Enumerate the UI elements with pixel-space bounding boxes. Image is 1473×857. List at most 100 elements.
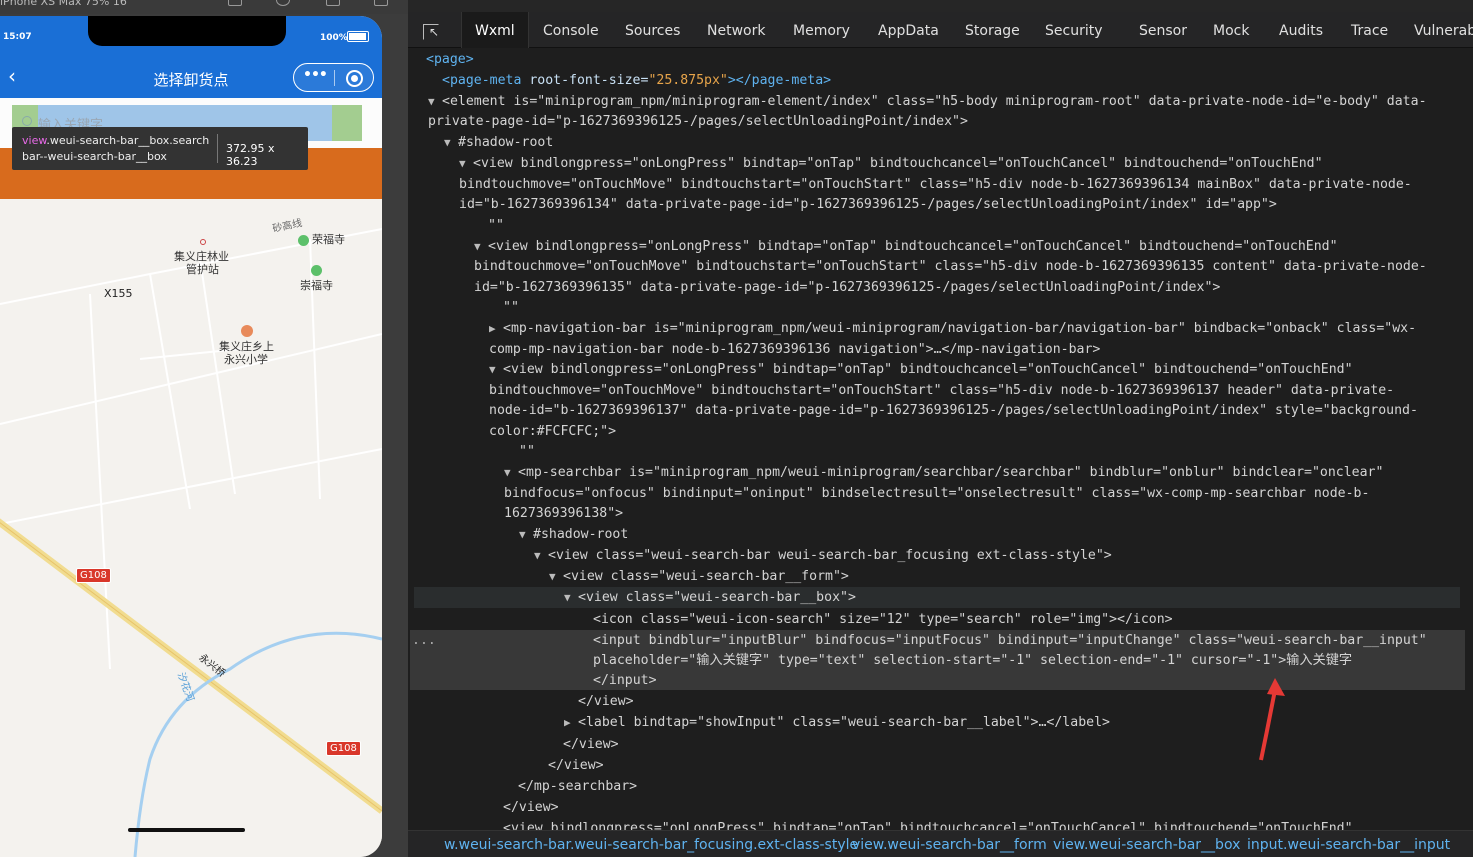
tooltip-selector: view.weui-search-bar__box.search bar--weu… <box>22 133 218 165</box>
expand-arrow-icon[interactable]: ▼ <box>534 546 548 567</box>
tab-trace[interactable]: Trace <box>1351 12 1388 48</box>
home-indicator <box>128 828 245 832</box>
inspector-tooltip: view.weui-search-bar__box.search bar--weu… <box>12 127 308 170</box>
tab-console[interactable]: Console <box>543 12 599 48</box>
tooltip-class-1: .weui-search-bar__box.search <box>46 134 210 147</box>
tab-appdata[interactable]: AppData <box>878 12 939 48</box>
school-icon <box>241 325 253 337</box>
node-view-content[interactable]: ▼ <view bindlongpress="onLongPress" bindt… <box>408 237 1473 258</box>
tab-sources[interactable]: Sources <box>625 12 680 48</box>
expand-arrow-icon[interactable]: ▼ <box>564 588 578 609</box>
node-view-mainbox[interactable]: ▼ <view bindlongpress="onLongPress" bindt… <box>408 154 1473 175</box>
more-dots-icon[interactable]: ••• <box>303 67 328 83</box>
breadcrumb-item-input[interactable]: input.weui-search-bar__input <box>1247 837 1450 853</box>
breadcrumb-item-search-bar[interactable]: w.weui-search-bar.weui-search-bar_focusi… <box>444 837 858 853</box>
home-icon[interactable] <box>276 0 290 6</box>
node-close-view: </view> <box>503 800 559 815</box>
temple-icon <box>311 265 322 276</box>
element-picker-icon[interactable] <box>423 24 439 40</box>
tab-sensor[interactable]: Sensor <box>1139 12 1187 48</box>
node-view-content-cont: id="b-1627369396135" data-private-page-i… <box>474 280 1221 295</box>
node-mp-searchbar-cont: bindfocus="onfocus" bindinput="oninput" … <box>504 486 1370 501</box>
tab-mock[interactable]: Mock <box>1213 12 1249 48</box>
node-shadow-root[interactable]: ▼ #shadow-root <box>408 133 1473 154</box>
status-bar: 15:07 100% <box>0 16 382 58</box>
tab-memory[interactable]: Memory <box>793 12 850 48</box>
highway-shield-g108: G108 <box>326 741 361 756</box>
expand-arrow-icon[interactable]: ▼ <box>428 92 442 113</box>
node-page[interactable]: <page> <box>408 50 1473 71</box>
notch <box>88 16 286 46</box>
node-view-next[interactable]: <view bindlongpress="onLongPress" bindta… <box>408 819 1473 830</box>
record-icon[interactable] <box>346 70 363 87</box>
expand-arrow-icon[interactable]: ▼ <box>444 133 458 154</box>
breadcrumb-item-box[interactable]: view.weui-search-bar__box <box>1053 837 1240 853</box>
tab-wxml[interactable]: Wxml <box>461 12 529 48</box>
poi-rongfu-temple[interactable]: 荣福寺 <box>312 233 345 246</box>
wxml-tree: <page> <page-meta root-font-size="25.875… <box>408 48 1473 830</box>
expand-arrow-icon[interactable]: ▼ <box>459 154 473 175</box>
devtools-tabbar: Wxml Console Sources Network Memory AppD… <box>408 12 1473 48</box>
poi-school-line2[interactable]: 永兴小学 <box>224 353 268 366</box>
text-node[interactable]: "" <box>408 442 1473 463</box>
highway-shield-g108: G108 <box>76 568 111 583</box>
expand-arrow-icon[interactable]: ▼ <box>474 237 488 258</box>
collapse-arrow-icon[interactable]: ▶ <box>564 713 578 734</box>
poi-forestry-station-line1[interactable]: 集义庄林业 <box>174 250 229 263</box>
expand-arrow-icon[interactable]: ▼ <box>504 463 518 484</box>
node-weui-search-bar-form[interactable]: ▼ <view class="weui-search-bar__form"> <box>408 567 1473 588</box>
tab-network[interactable]: Network <box>707 12 765 48</box>
poi-dot-icon <box>200 239 206 245</box>
node-weui-search-bar[interactable]: ▼ <view class="weui-search-bar weui-searc… <box>408 546 1473 567</box>
text-node[interactable]: "" <box>408 216 1473 237</box>
node-close-view: </view> <box>548 758 604 773</box>
simulator-toolbar: iPhone XS Max 75% 16 <box>0 0 408 14</box>
device-selector[interactable]: iPhone XS Max 75% 16 <box>0 0 127 8</box>
node-weui-search-bar-box[interactable]: ▼ <view class="weui-search-bar__box"> <box>408 588 1473 609</box>
node-view-header[interactable]: ▼ <view bindlongpress="onLongPress" bindt… <box>408 360 1473 381</box>
node-mp-searchbar[interactable]: ▼ <mp-searchbar is="miniprogram_npm/weui-… <box>408 463 1473 484</box>
text-node[interactable]: "" <box>408 298 1473 319</box>
expand-arrow-icon[interactable]: ▼ <box>549 567 563 588</box>
node-mp-searchbar-cont: 1627369396138"> <box>504 506 624 521</box>
rotate-icon[interactable] <box>228 0 242 6</box>
map-roads <box>0 228 382 857</box>
poi-chongfu-temple[interactable]: 崇福寺 <box>300 279 333 292</box>
node-input-selected[interactable]: <input bindblur="inputBlur" bindfocus="i… <box>408 631 1473 652</box>
screen: iPhone XS Max 75% 16 15:07 100% ‹ 选择卸货点 … <box>0 0 1473 857</box>
search-icon <box>22 116 32 126</box>
tooltip-class-2: bar--weui-search-bar__box <box>22 150 167 163</box>
node-page-meta[interactable]: <page-meta root-font-size="25.875px"></p… <box>408 71 1473 92</box>
tab-security[interactable]: Security <box>1045 12 1103 48</box>
expand-arrow-icon[interactable]: ▼ <box>519 525 533 546</box>
poi-school-line1[interactable]: 集义庄乡上 <box>219 340 274 353</box>
screenshot-icon[interactable] <box>374 0 388 6</box>
node-view-header-cont: color:#FCFCFC;"> <box>489 424 617 439</box>
poi-forestry-station-line2[interactable]: 管护站 <box>186 263 219 276</box>
node-close-mp-searchbar: </mp-searchbar> <box>518 779 638 794</box>
phone-screen: 15:07 100% ‹ 选择卸货点 ••• 输入关键字 荣福寺 崇福寺 集义庄… <box>0 16 382 857</box>
tab-audits[interactable]: Audits <box>1279 12 1323 48</box>
devtools-top-strip <box>408 0 1473 12</box>
menu-capsule: ••• <box>293 63 374 92</box>
collapse-arrow-icon[interactable]: ▶ <box>489 319 503 340</box>
node-mp-navigation-bar[interactable]: ▶ <mp-navigation-bar is="miniprogram_npm/… <box>408 319 1473 340</box>
node-icon-search[interactable]: <icon class="weui-icon-search" size="12"… <box>408 610 1473 631</box>
node-input-close: </input> <box>593 673 657 688</box>
breadcrumb-item-form[interactable]: view.weui-search-bar__form <box>852 837 1047 853</box>
expand-arrow-icon[interactable]: ▼ <box>489 360 503 381</box>
node-view-header-cont: node-id="b-1627369396137" data-private-p… <box>489 403 1418 418</box>
node-element[interactable]: ▼ <element is="miniprogram_npm/miniprogra… <box>408 92 1473 113</box>
road-label-x155: X155 <box>104 287 133 300</box>
volume-icon[interactable] <box>326 0 340 6</box>
simulator-panel: iPhone XS Max 75% 16 15:07 100% ‹ 选择卸货点 … <box>0 0 408 857</box>
tab-storage[interactable]: Storage <box>965 12 1020 48</box>
map-view[interactable]: 荣福寺 崇福寺 集义庄林业 管护站 X155 集义庄乡上 永兴小学 砂高线 永兴… <box>0 199 382 857</box>
tab-vulnerability[interactable]: Vulnerab <box>1414 12 1473 48</box>
node-shadow-root-2[interactable]: ▼ #shadow-root <box>408 525 1473 546</box>
annotation-arrow <box>1259 678 1285 761</box>
capsule-divider <box>334 70 335 86</box>
node-label[interactable]: ▶ <label bindtap="showInput" class="weui-… <box>408 713 1473 734</box>
tooltip-dimensions: 372.95 x 36.23 <box>226 142 275 168</box>
battery-percent: 100% <box>320 33 348 43</box>
